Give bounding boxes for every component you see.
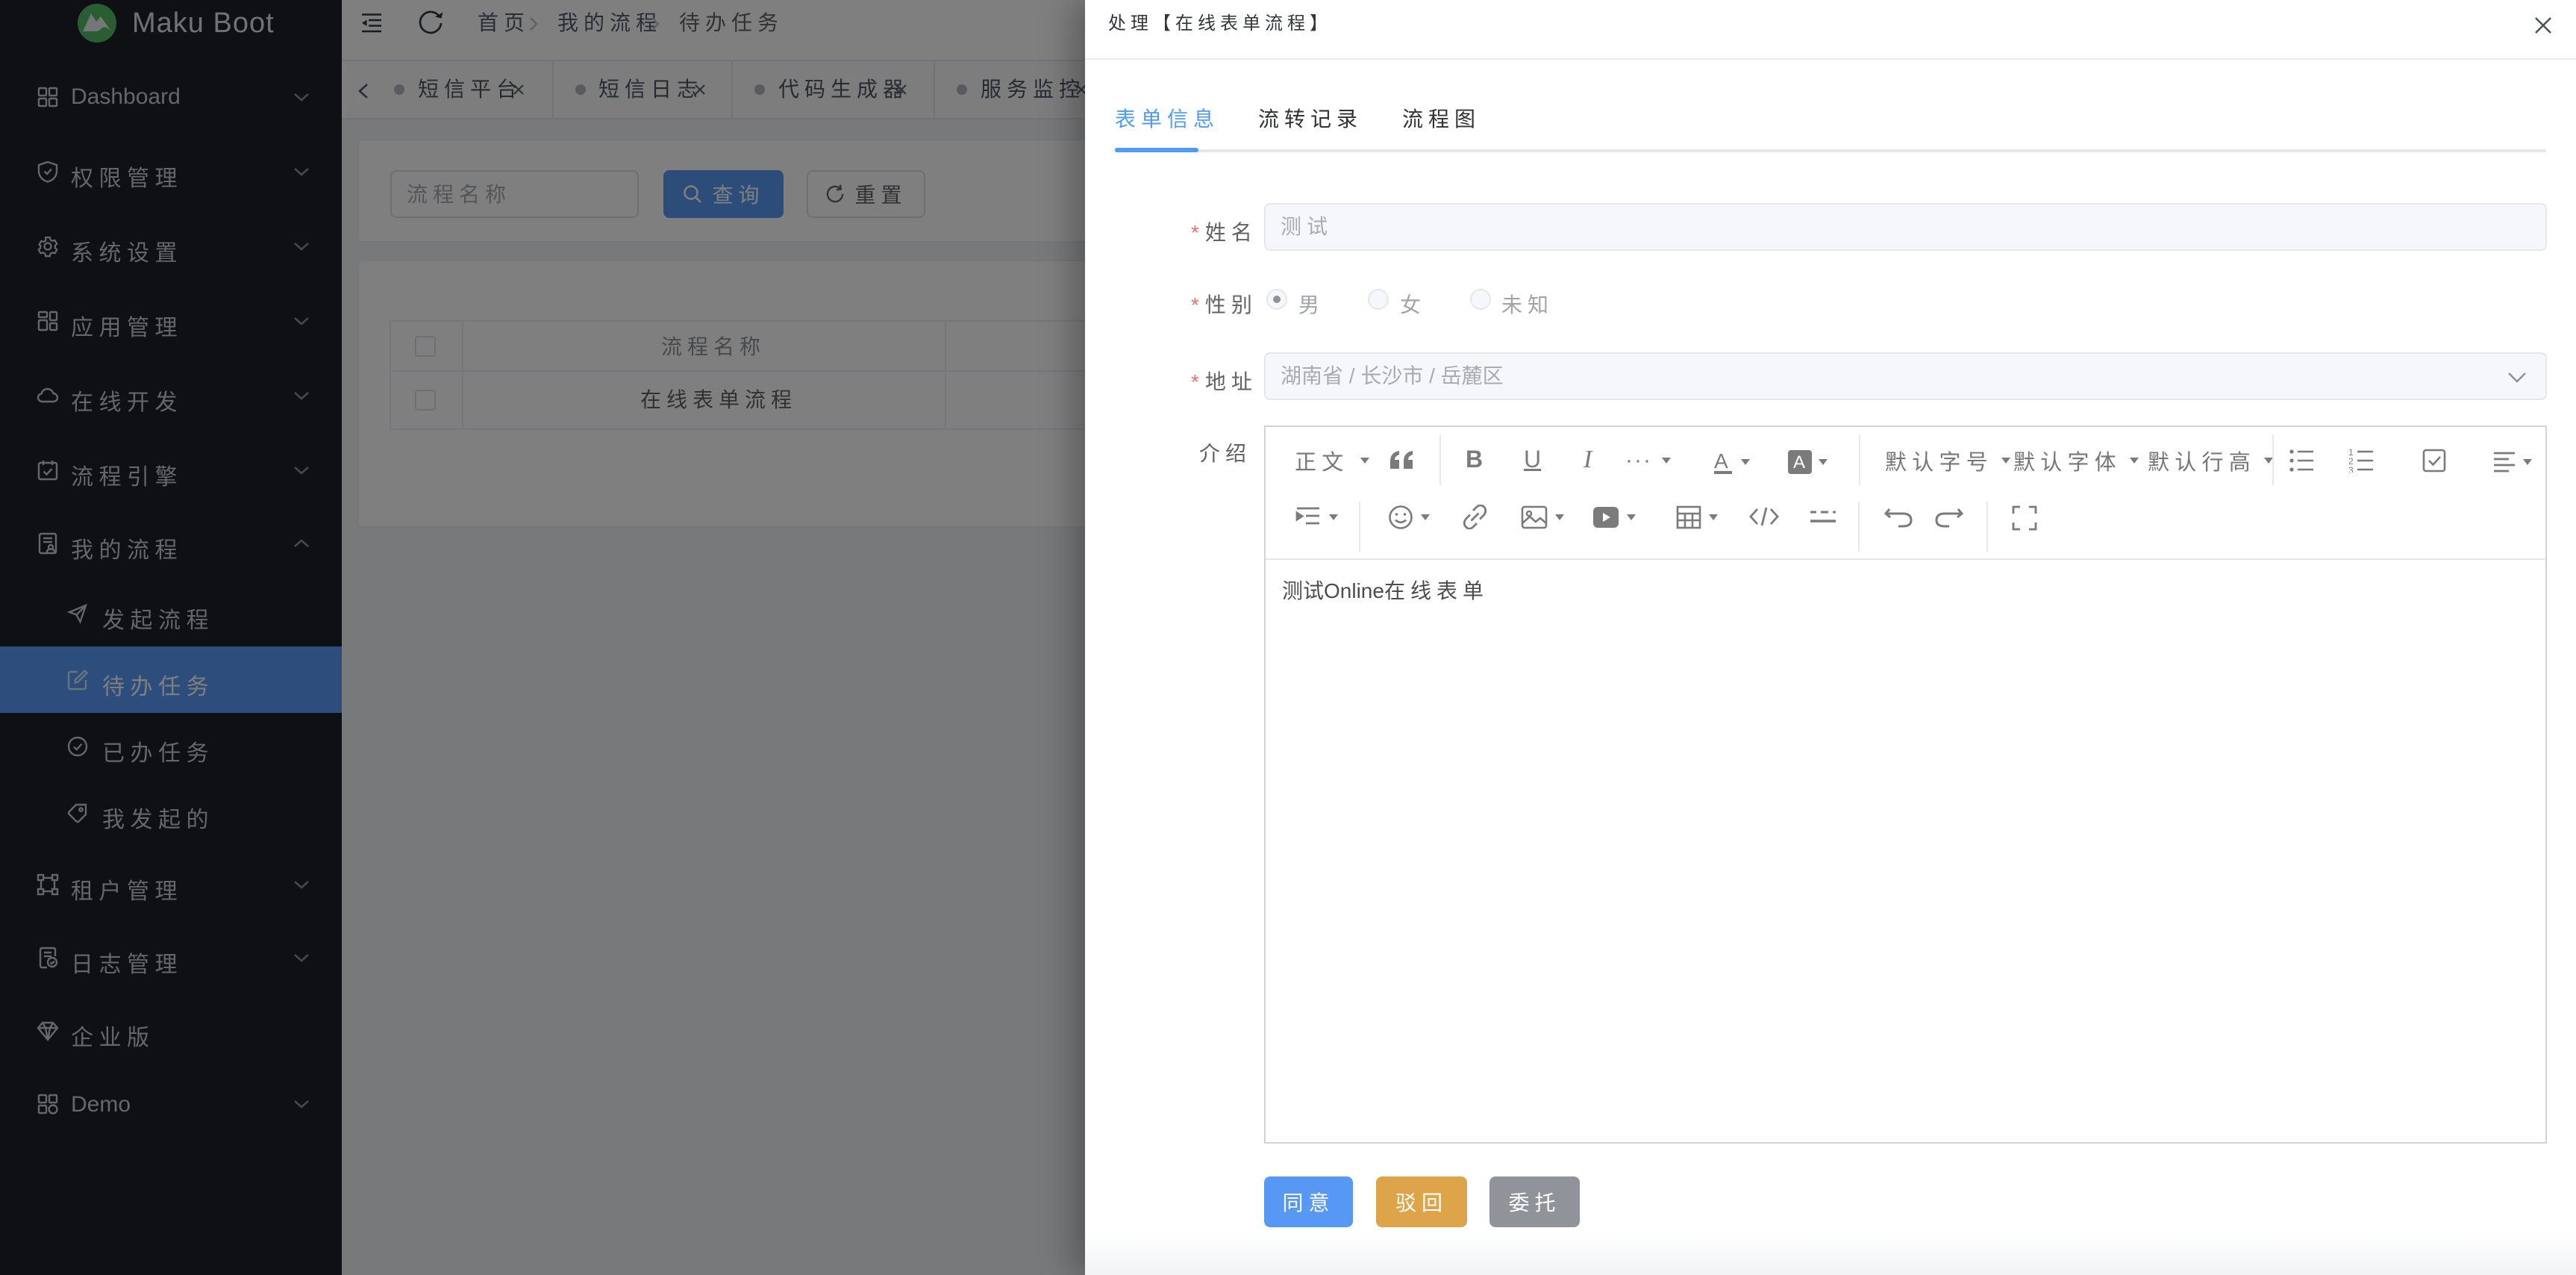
svg-text:3: 3 — [2349, 465, 2354, 473]
svg-text:A: A — [1714, 449, 1728, 473]
svg-text:A: A — [1793, 452, 1805, 473]
